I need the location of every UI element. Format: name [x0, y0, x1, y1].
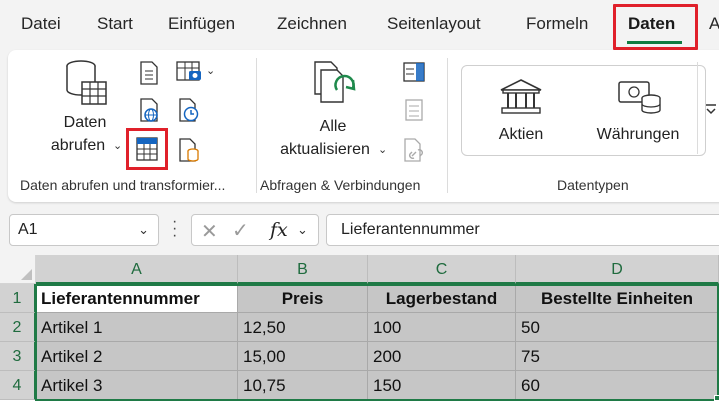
column-header-a[interactable]: A	[36, 255, 238, 284]
cell-c2[interactable]: 100	[368, 313, 516, 342]
column-header-d[interactable]: D	[516, 255, 719, 284]
tab-zeichnen[interactable]: Zeichnen	[277, 14, 347, 34]
refresh-all-chevron-icon[interactable]: ⌄	[378, 143, 387, 156]
tab-more[interactable]: A	[709, 14, 719, 34]
formula-value: Lieferantennummer	[341, 221, 480, 238]
cell-c3[interactable]: 200	[368, 342, 516, 371]
row-header-4[interactable]: 4	[0, 371, 36, 400]
menu-tabs: Datei Start Einfügen Zeichnen Seitenlayo…	[0, 0, 719, 50]
cell-c1[interactable]: Lagerbestand	[368, 284, 516, 313]
function-dropdown-icon[interactable]: ⌄	[297, 222, 308, 238]
refresh-pages-icon	[314, 61, 356, 103]
row-header-3[interactable]: 3	[0, 342, 36, 371]
row-header-1[interactable]: 1	[0, 284, 36, 313]
get-data-button-label-1[interactable]: Daten	[57, 112, 113, 133]
queries-group-label: Abfragen & Verbindungen	[260, 177, 421, 193]
get-data-chevron-icon[interactable]: ⌄	[113, 139, 122, 152]
cell-d4[interactable]: 60	[516, 371, 719, 400]
formula-input[interactable]: Lieferantennummer	[326, 214, 719, 246]
from-picture-icon[interactable]	[175, 60, 205, 84]
edit-links-icon[interactable]	[402, 137, 426, 163]
database-table-icon	[66, 60, 107, 105]
recent-sources-icon[interactable]	[177, 97, 201, 123]
get-data-group-label: Daten abrufen und transformier...	[20, 177, 226, 193]
formula-controls: ✕ ✓ fx ⌄	[191, 214, 319, 246]
cell-b3[interactable]: 15,00	[238, 342, 368, 371]
name-box-dropdown-icon[interactable]: ⌄	[138, 222, 149, 238]
tab-einfuegen[interactable]: Einfügen	[168, 14, 235, 34]
column-header-c[interactable]: C	[368, 255, 516, 284]
tab-daten-highlight	[613, 4, 698, 50]
cell-a1[interactable]: Lieferantennummer	[36, 284, 238, 313]
from-text-icon[interactable]	[138, 60, 160, 86]
insert-function-icon[interactable]: fx	[270, 219, 288, 241]
group-separator	[256, 58, 257, 193]
tab-formeln[interactable]: Formeln	[526, 14, 588, 34]
cell-d1[interactable]: Bestellte Einheiten	[516, 284, 719, 313]
cell-b1[interactable]: Preis	[238, 284, 368, 313]
gallery-more-icon[interactable]	[704, 102, 718, 116]
select-all-button[interactable]	[0, 255, 36, 284]
cell-a4[interactable]: Artikel 3	[36, 371, 238, 400]
get-data-button-label-2[interactable]: abrufen	[43, 135, 113, 156]
cell-d3[interactable]: 75	[516, 342, 719, 371]
refresh-all-label-2[interactable]: aktualisieren	[273, 139, 377, 160]
from-web-icon[interactable]	[138, 97, 160, 123]
bank-icon[interactable]	[499, 78, 543, 116]
gallery-scroll-separator	[697, 62, 698, 154]
queries-connections-icon[interactable]	[402, 61, 426, 83]
cell-a2[interactable]: Artikel 1	[36, 313, 238, 342]
existing-connections-icon[interactable]	[177, 137, 201, 163]
cell-b2[interactable]: 12,50	[238, 313, 368, 342]
tab-datei[interactable]: Datei	[21, 14, 61, 34]
tab-start[interactable]: Start	[97, 14, 133, 34]
worksheet-grid: A B C D 1 2 3 4 Lieferantennummer Preis …	[0, 255, 719, 409]
enter-icon[interactable]: ✓	[232, 218, 249, 243]
name-box[interactable]: A1 ⌄	[9, 214, 159, 246]
tab-seitenlayout[interactable]: Seitenlayout	[387, 14, 481, 34]
refresh-all-label-1[interactable]: Alle	[305, 116, 361, 137]
stocks-button-label[interactable]: Aktien	[485, 124, 557, 145]
money-coins-icon[interactable]	[617, 78, 663, 116]
cell-d2[interactable]: 50	[516, 313, 719, 342]
from-table-range-icon[interactable]	[135, 136, 159, 162]
name-box-value: A1	[18, 221, 38, 238]
from-picture-chevron-icon[interactable]: ⌄	[206, 64, 215, 77]
fill-handle[interactable]	[714, 395, 719, 401]
cell-b4[interactable]: 10,75	[238, 371, 368, 400]
more-options-icon[interactable]: · · ·	[172, 214, 177, 244]
group-separator	[447, 58, 448, 193]
cell-c4[interactable]: 150	[368, 371, 516, 400]
properties-icon[interactable]	[403, 98, 425, 122]
column-header-b[interactable]: B	[238, 255, 368, 284]
formula-bar: A1 ⌄ · · · ✕ ✓ fx ⌄ Lieferantennummer	[0, 208, 719, 252]
row-header-2[interactable]: 2	[0, 313, 36, 342]
datatypes-group-label: Datentypen	[557, 177, 629, 193]
cell-a3[interactable]: Artikel 2	[36, 342, 238, 371]
cancel-icon[interactable]: ✕	[201, 219, 218, 244]
currencies-button-label[interactable]: Währungen	[590, 124, 686, 145]
